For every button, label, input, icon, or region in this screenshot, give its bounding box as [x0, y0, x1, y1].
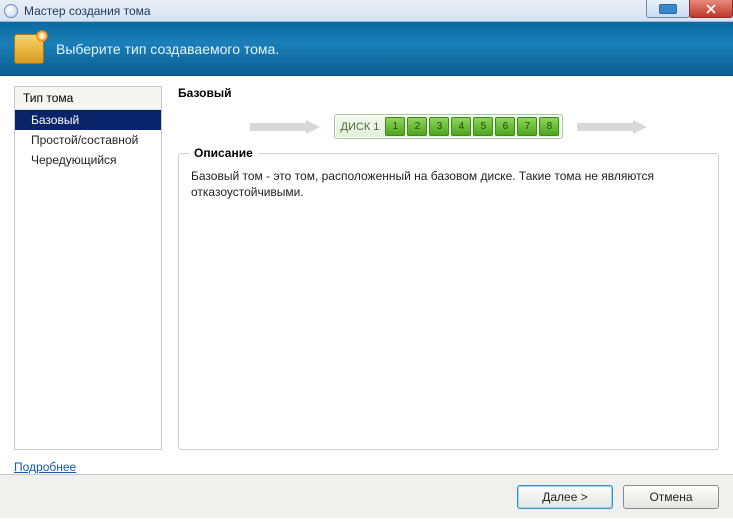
wizard-caption: Выберите тип создаваемого тома.	[56, 41, 279, 57]
app-icon	[4, 4, 18, 18]
disk-box: ДИСК 1 12345678	[334, 114, 564, 139]
disk-segment-3: 3	[429, 117, 449, 136]
help-button[interactable]	[646, 0, 690, 18]
groupbox-legend: Описание	[189, 146, 258, 160]
window-controls	[647, 0, 733, 18]
help-icon	[659, 4, 677, 14]
link-row: Подробнее	[0, 454, 733, 474]
disk-segment-6: 6	[495, 117, 515, 136]
window-title: Мастер создания тома	[24, 4, 151, 18]
wizard-banner: Выберите тип создаваемого тома.	[0, 22, 733, 76]
close-icon	[706, 4, 716, 14]
disk-segment-2: 2	[407, 117, 427, 136]
more-link[interactable]: Подробнее	[14, 460, 76, 474]
arrow-right-icon	[577, 120, 647, 134]
main-panel: Базовый ДИСК 1 12345678 Описание Базовый…	[162, 86, 719, 450]
disk-segment-1: 1	[385, 117, 405, 136]
sidebar-header: Тип тома	[15, 87, 161, 110]
disk-diagram: ДИСК 1 12345678	[178, 114, 719, 139]
main-heading: Базовый	[178, 86, 719, 100]
next-button[interactable]: Далее >	[517, 485, 613, 509]
content-area: Тип тома БазовыйПростой/составнойЧередую…	[0, 76, 733, 454]
description-groupbox: Описание Базовый том - это том, располож…	[178, 153, 719, 450]
disk-segment-8: 8	[539, 117, 559, 136]
disk-segment-7: 7	[517, 117, 537, 136]
sidebar-item-0[interactable]: Базовый	[15, 110, 161, 130]
title-bar: Мастер создания тома	[0, 0, 733, 22]
wizard-icon	[14, 34, 44, 64]
close-button[interactable]	[689, 0, 733, 18]
sidebar: Тип тома БазовыйПростой/составнойЧередую…	[14, 86, 162, 450]
footer: Далее > Отмена	[0, 474, 733, 518]
disk-segment-4: 4	[451, 117, 471, 136]
disk-label: ДИСК 1	[341, 121, 380, 133]
cancel-button[interactable]: Отмена	[623, 485, 719, 509]
sidebar-item-1[interactable]: Простой/составной	[15, 130, 161, 150]
description-text: Базовый том - это том, расположенный на …	[191, 168, 706, 200]
disk-segment-5: 5	[473, 117, 493, 136]
arrow-left-icon	[250, 120, 320, 134]
sidebar-item-2[interactable]: Чередующийся	[15, 150, 161, 170]
